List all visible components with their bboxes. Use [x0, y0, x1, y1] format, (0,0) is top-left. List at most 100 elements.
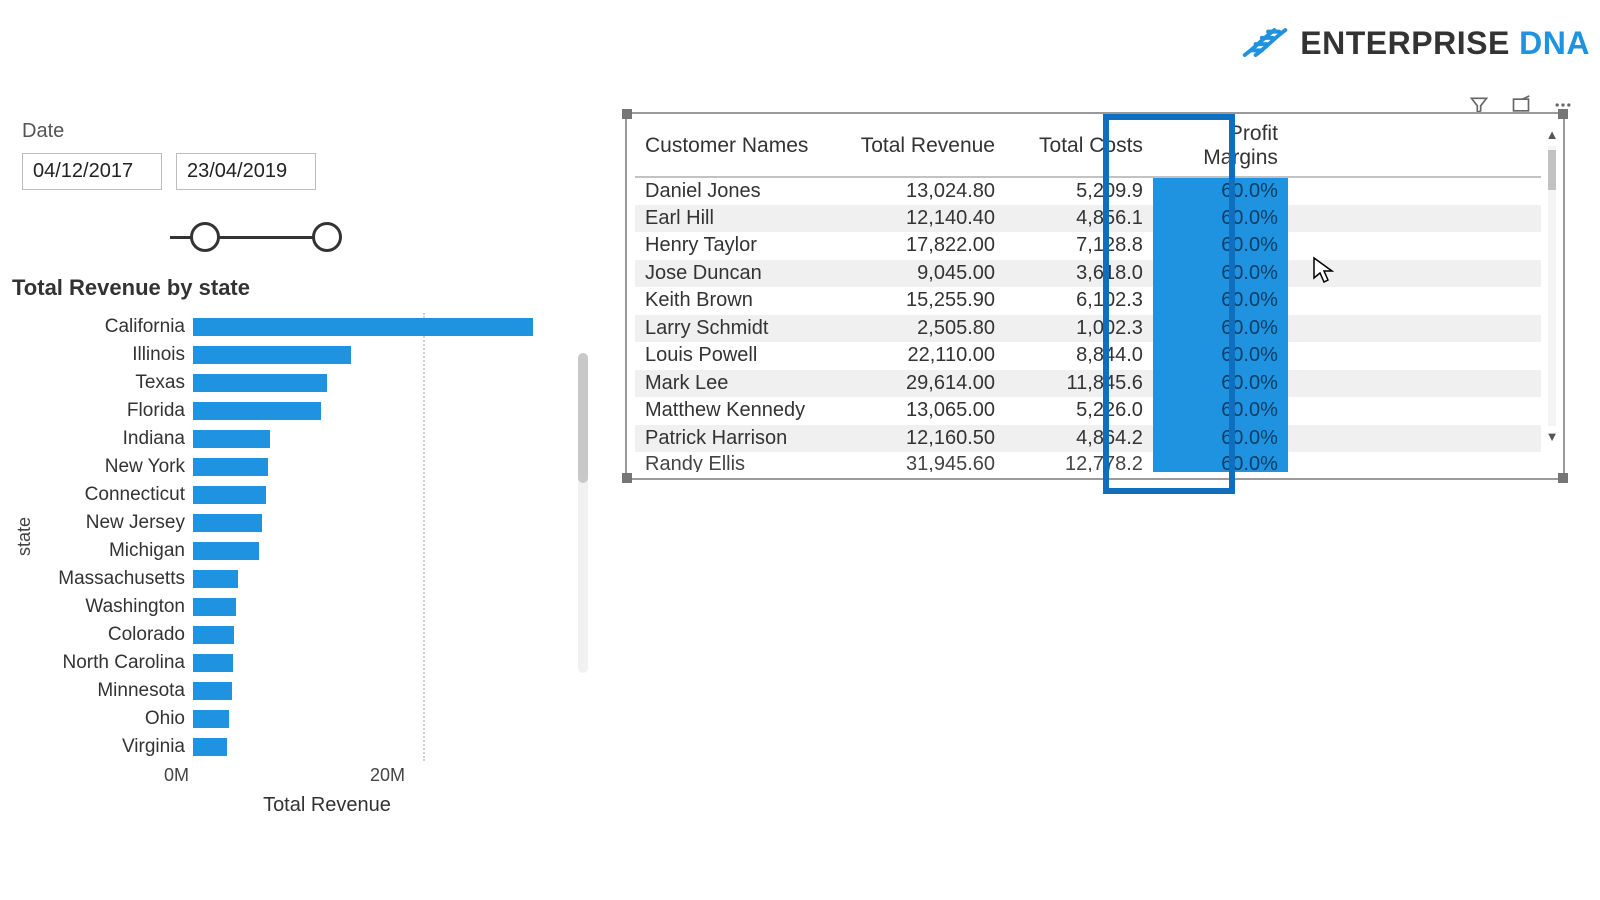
cell-revenue: 17,822.00 — [835, 232, 1005, 260]
resize-handle-br[interactable] — [1558, 473, 1568, 483]
table-body: Daniel Jones13,024.805,209.960.0%Earl Hi… — [635, 177, 1541, 472]
table-row[interactable]: Earl Hill12,140.404,856.160.0% — [635, 205, 1541, 233]
cell-revenue: 12,160.50 — [835, 425, 1005, 453]
brand-text: ENTERPRISE DNA — [1300, 25, 1590, 62]
table-row[interactable]: Henry Taylor17,822.007,128.860.0% — [635, 232, 1541, 260]
table-row[interactable]: Larry Schmidt2,505.801,002.360.0% — [635, 315, 1541, 343]
cell-profit-margin: 60.0% — [1153, 232, 1288, 260]
cell-revenue: 15,255.90 — [835, 287, 1005, 315]
brand-name: ENTERPRISE — [1300, 25, 1509, 61]
col-total-revenue[interactable]: Total Revenue — [835, 116, 1005, 177]
cell-name: Keith Brown — [635, 287, 835, 315]
bar-fill — [193, 402, 321, 420]
table-row[interactable]: Mark Lee29,614.0011,845.660.0% — [635, 370, 1541, 398]
bar-label: Indiana — [35, 428, 193, 450]
bar-row[interactable]: Washington — [35, 593, 582, 621]
col-total-costs[interactable]: Total Costs — [1005, 116, 1153, 177]
bar-fill — [193, 598, 236, 616]
slider-handle-end[interactable] — [312, 222, 342, 252]
chart-scroll-thumb[interactable] — [578, 353, 588, 483]
cell-costs: 6,102.3 — [1005, 287, 1153, 315]
cell-profit-margin: 60.0% — [1153, 315, 1288, 343]
bar-label: Massachusetts — [35, 568, 193, 590]
date-range-slider[interactable] — [30, 222, 554, 252]
bar-track — [193, 652, 582, 674]
cell-costs: 8,844.0 — [1005, 342, 1153, 370]
bar-label: North Carolina — [35, 652, 193, 674]
table-row[interactable]: Daniel Jones13,024.805,209.960.0% — [635, 177, 1541, 205]
cell-costs: 12,778.2 — [1005, 452, 1153, 472]
bar-row[interactable]: Ohio — [35, 705, 582, 733]
resize-handle-tr[interactable] — [1558, 109, 1568, 119]
cell-costs: 4,856.1 — [1005, 205, 1153, 233]
resize-handle-bl[interactable] — [622, 473, 632, 483]
cell-revenue: 12,140.40 — [835, 205, 1005, 233]
col-customer-names[interactable]: Customer Names — [635, 116, 835, 177]
cell-revenue: 9,045.00 — [835, 260, 1005, 288]
bar-label: Connecticut — [35, 484, 193, 506]
cell-profit-margin: 60.0% — [1153, 287, 1288, 315]
bar-row[interactable]: California — [35, 313, 582, 341]
bar-row[interactable]: Virginia — [35, 733, 582, 761]
cell-profit-margin: 60.0% — [1153, 425, 1288, 453]
bar-row[interactable]: Illinois — [35, 341, 582, 369]
cell-revenue: 29,614.00 — [835, 370, 1005, 398]
slicer-label: Date — [22, 120, 562, 143]
table-row[interactable]: Randy Ellis31,945.6012,778.260.0% — [635, 452, 1541, 472]
table-row[interactable]: Matthew Kennedy13,065.005,226.060.0% — [635, 397, 1541, 425]
cell-profit-margin: 60.0% — [1153, 342, 1288, 370]
bar-row[interactable]: North Carolina — [35, 649, 582, 677]
bar-track — [193, 456, 582, 478]
resize-handle-tl[interactable] — [622, 109, 632, 119]
table-row[interactable]: Keith Brown15,255.906,102.360.0% — [635, 287, 1541, 315]
revenue-by-state-chart[interactable]: Total Revenue by state state CaliforniaI… — [12, 275, 582, 817]
bar-track — [193, 512, 582, 534]
bar-row[interactable]: Connecticut — [35, 481, 582, 509]
cell-revenue: 22,110.00 — [835, 342, 1005, 370]
chart-scrollbar[interactable] — [578, 353, 588, 673]
customer-table-visual[interactable]: Customer Names Total Revenue Total Costs… — [625, 112, 1565, 480]
bar-fill — [193, 654, 233, 672]
slider-handle-start[interactable] — [190, 222, 220, 252]
bar-track — [193, 316, 582, 338]
scroll-down-icon[interactable]: ▼ — [1545, 430, 1559, 444]
customer-table: Customer Names Total Revenue Total Costs… — [635, 116, 1541, 472]
bar-row[interactable]: Massachusetts — [35, 565, 582, 593]
bar-row[interactable]: Michigan — [35, 537, 582, 565]
x-axis-title: Total Revenue — [72, 794, 582, 817]
bar-row[interactable]: Minnesota — [35, 677, 582, 705]
bar-row[interactable]: New Jersey — [35, 509, 582, 537]
bar-row[interactable]: Florida — [35, 397, 582, 425]
cell-profit-margin: 60.0% — [1153, 177, 1288, 205]
scroll-thumb[interactable] — [1548, 150, 1556, 190]
table-row[interactable]: Patrick Harrison12,160.504,864.260.0% — [635, 425, 1541, 453]
cell-revenue: 31,945.60 — [835, 452, 1005, 472]
table-row[interactable]: Jose Duncan9,045.003,618.060.0% — [635, 260, 1541, 288]
cell-revenue: 13,065.00 — [835, 397, 1005, 425]
scroll-up-icon[interactable]: ▲ — [1545, 128, 1559, 142]
cell-profit-margin: 60.0% — [1153, 452, 1288, 472]
cell-name: Louis Powell — [635, 342, 835, 370]
bar-label: California — [35, 316, 193, 338]
col-profit-margins[interactable]: Profit Margins — [1153, 116, 1288, 177]
bar-row[interactable]: Colorado — [35, 621, 582, 649]
bar-label: Virginia — [35, 736, 193, 758]
table-row[interactable]: Louis Powell22,110.008,844.060.0% — [635, 342, 1541, 370]
bar-row[interactable]: New York — [35, 453, 582, 481]
bar-track — [193, 708, 582, 730]
cell-name: Mark Lee — [635, 370, 835, 398]
dna-icon — [1240, 22, 1290, 65]
table-scrollbar[interactable]: ▲ ▼ — [1545, 128, 1559, 444]
bar-row[interactable]: Indiana — [35, 425, 582, 453]
bar-label: Texas — [35, 372, 193, 394]
bar-track — [193, 484, 582, 506]
date-end-field[interactable] — [176, 153, 316, 190]
bar-track — [193, 596, 582, 618]
bar-fill — [193, 710, 229, 728]
cell-revenue: 2,505.80 — [835, 315, 1005, 343]
bar-track — [193, 736, 582, 758]
bar-fill — [193, 570, 238, 588]
bar-row[interactable]: Texas — [35, 369, 582, 397]
bar-fill — [193, 318, 533, 336]
date-start-field[interactable] — [22, 153, 162, 190]
